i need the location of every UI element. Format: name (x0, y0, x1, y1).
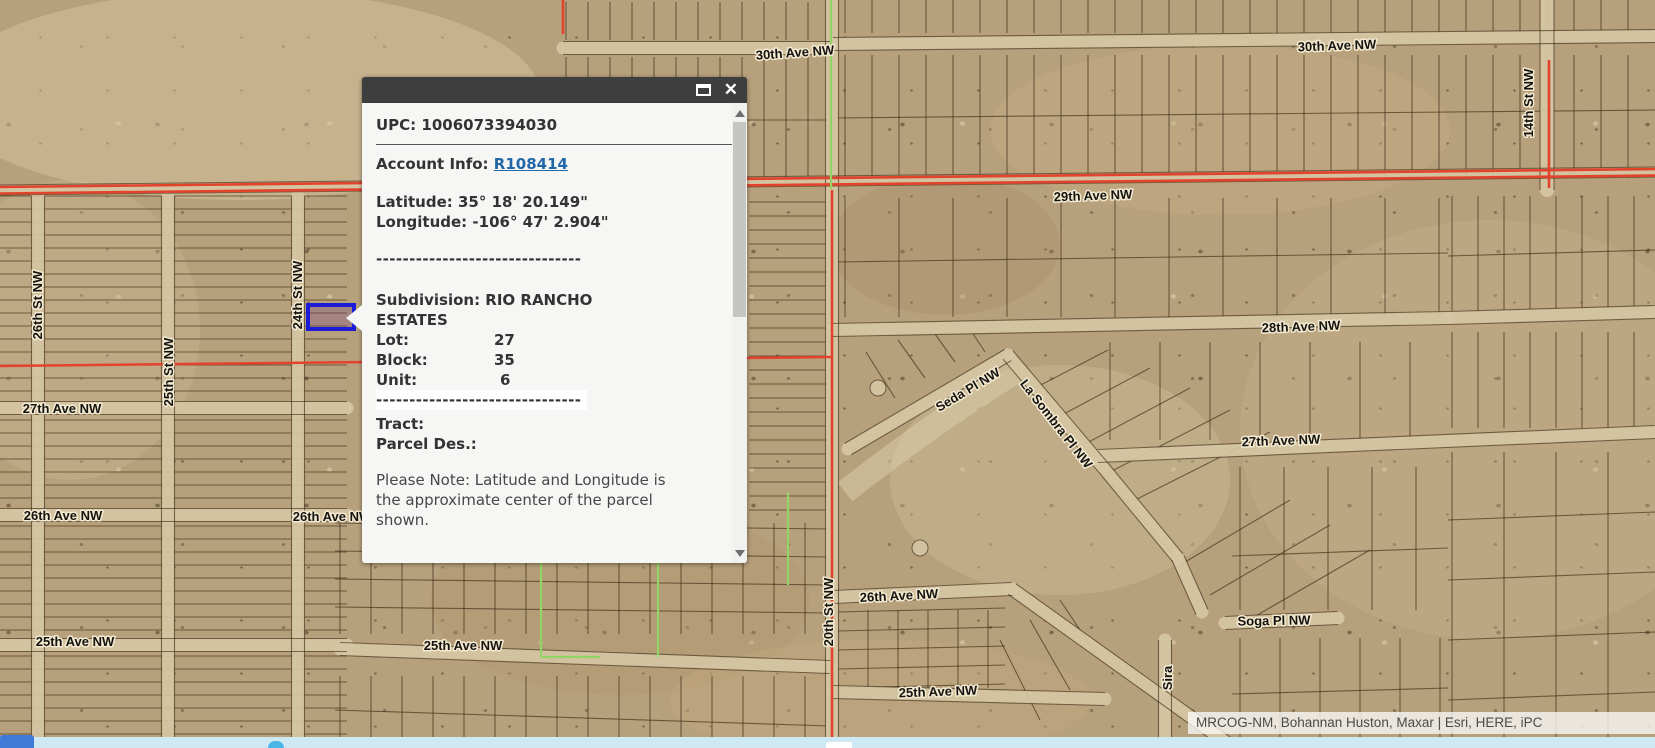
parcel-des-label: Parcel Des.: (376, 434, 732, 454)
unit-value: 6 (494, 370, 510, 390)
street-label-25th-st: 25th St NW (161, 337, 176, 406)
street-label-25th-ave-w1: 25th Ave NW (36, 634, 115, 649)
block-value: 35 (494, 350, 515, 370)
street-label-30th-ave-e: 30th Ave NW (1297, 37, 1377, 55)
street-label-soga-pl: Soga Pl NW (1237, 612, 1311, 628)
scrollbar-thumb[interactable] (733, 122, 746, 317)
scroll-up-button[interactable] (732, 105, 747, 121)
page-element-circle (268, 741, 284, 748)
triangle-up-icon (735, 110, 745, 117)
popup-scrollbar[interactable] (732, 103, 747, 563)
account-info-label: Account Info: (376, 155, 489, 173)
account-info-row: Account Info: R108414 (376, 154, 732, 174)
block-row: Block: 35 (376, 350, 732, 370)
divider (376, 144, 732, 145)
subdivision-value: Subdivision: RIO RANCHO ESTATES (376, 290, 634, 330)
street-label-28th-ave: 28th Ave NW (1261, 318, 1341, 336)
parcel-info-popup: ✕ UPC: 1006073394030 Account Info: R1084… (362, 77, 747, 563)
popup-header[interactable]: ✕ (362, 77, 747, 103)
street-label-26th-st: 26th St NW (30, 270, 45, 339)
longitude-value: Longitude: -106° 47' 2.904" (376, 212, 732, 232)
street-label-25th-ave-w2: 25th Ave NW (424, 638, 503, 653)
maximize-icon[interactable] (696, 84, 711, 96)
street-label-26th-ave-w2: 26th Ave NW (293, 509, 372, 524)
tract-label: Tract: (376, 414, 732, 434)
street-label-26th-ave-w1: 26th Ave NW (24, 508, 103, 523)
street-label-24th-st: 24th St NW (290, 260, 305, 329)
map-attribution: MRCOG-NM, Bohannan Huston, Maxar | Esri,… (1188, 712, 1655, 734)
account-link[interactable]: R108414 (494, 155, 568, 173)
scroll-down-button[interactable] (732, 545, 747, 561)
street-label-14th-st: 14th St NW (1521, 68, 1536, 137)
page-element-white (826, 742, 852, 748)
close-icon[interactable]: ✕ (724, 81, 738, 98)
popup-note: Please Note: Latitude and Longitude is t… (376, 470, 680, 530)
block-label: Block: (376, 350, 494, 370)
map-viewport: 30th Ave NW 30th Ave NW 29th Ave NW 28th… (0, 0, 1655, 748)
separator-dashes: ------------------------------- (376, 390, 587, 410)
triangle-down-icon (735, 550, 745, 557)
street-label-27th-ave-e: 27th Ave NW (1241, 432, 1321, 450)
lot-label: Lot: (376, 330, 494, 350)
street-label-26th-ave-e: 26th Ave NW (859, 586, 939, 605)
street-label-20th-st: 20th St NW (821, 577, 836, 646)
latitude-value: Latitude: 35° 18' 20.149" (376, 192, 732, 212)
street-label-29th-ave: 29th Ave NW (1053, 187, 1133, 205)
popup-pointer (346, 305, 362, 331)
street-label-25th-ave-e: 25th Ave NW (898, 683, 978, 701)
unit-label: Unit: (376, 370, 494, 390)
separator-dashes: ------------------------------- (376, 249, 732, 269)
lot-row: Lot: 27 (376, 330, 732, 350)
upc-value: UPC: 1006073394030 (376, 115, 732, 135)
popup-body: UPC: 1006073394030 Account Info: R108414… (362, 103, 732, 563)
map-canvas[interactable]: 30th Ave NW 30th Ave NW 29th Ave NW 28th… (0, 0, 1655, 748)
map-overlay: 30th Ave NW 30th Ave NW 29th Ave NW 28th… (0, 0, 1655, 748)
street-label-27th-ave-w: 27th Ave NW (23, 401, 102, 416)
lot-value: 27 (494, 330, 515, 350)
unit-row: Unit: 6 (376, 370, 732, 390)
page-element-blue (0, 735, 34, 748)
street-label-sira: Sira (1160, 665, 1175, 690)
